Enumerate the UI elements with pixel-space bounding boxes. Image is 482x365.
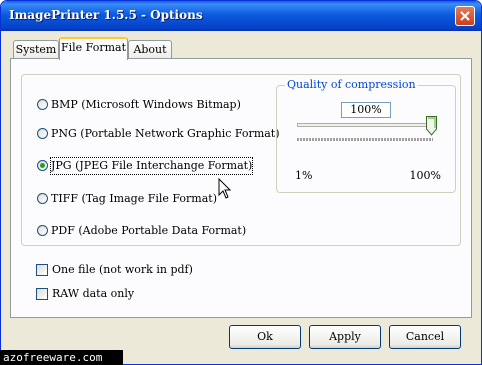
compression-title: Quality of compression: [285, 78, 418, 91]
compression-group: Quality of compression 100% 1% 100%: [276, 78, 456, 193]
tab-about-label: About: [133, 43, 167, 56]
file-format-panel: BMP (Microsoft Windows Bitmap) PNG (Port…: [10, 58, 472, 318]
radio-circle: [37, 99, 48, 110]
checkbox-box: [36, 264, 48, 276]
close-icon: [460, 11, 470, 21]
compression-value: 100%: [341, 102, 391, 118]
radio-circle: [37, 160, 48, 171]
checkbox-one-file-label: One file (not work in pdf): [52, 263, 193, 276]
watermark: azofreeware.com: [0, 350, 123, 365]
slider-ticks: [297, 138, 433, 141]
options-window: ImagePrinter 1.5.5 - Options System File…: [0, 0, 482, 365]
compression-max-label: 100%: [409, 169, 441, 182]
cancel-button[interactable]: Cancel: [389, 325, 461, 349]
slider-thumb-icon[interactable]: [426, 116, 437, 136]
mouse-pointer-icon: [218, 178, 232, 199]
cancel-button-label: Cancel: [405, 330, 445, 343]
compression-min-label: 1%: [295, 169, 313, 182]
tab-system[interactable]: System: [13, 40, 59, 60]
checkbox-box: [36, 288, 48, 300]
format-group: BMP (Microsoft Windows Bitmap) PNG (Port…: [21, 74, 461, 246]
radio-bmp-label: BMP (Microsoft Windows Bitmap): [51, 98, 241, 111]
radio-jpg-label: JPG (JPEG File Interchange Format): [49, 157, 254, 175]
radio-pdf-label: PDF (Adobe Portable Data Format): [51, 224, 247, 237]
radio-circle: [37, 193, 48, 204]
checkbox-raw-data-label: RAW data only: [52, 287, 135, 300]
radio-circle: [37, 128, 48, 139]
tab-system-label: System: [15, 43, 57, 56]
radio-circle: [37, 225, 48, 236]
title-bar[interactable]: ImagePrinter 1.5.5 - Options: [1, 1, 481, 31]
radio-tiff-label: TIFF (Tag Image File Format): [51, 192, 217, 205]
apply-button[interactable]: Apply: [309, 325, 381, 349]
ok-button[interactable]: Ok: [229, 325, 301, 349]
radio-selected-dot: [40, 163, 45, 168]
ok-button-label: Ok: [257, 330, 273, 343]
tab-about[interactable]: About: [128, 40, 172, 60]
window-title: ImagePrinter 1.5.5 - Options: [9, 8, 203, 22]
apply-button-label: Apply: [329, 330, 361, 343]
tab-file-format-label: File Format: [61, 41, 126, 54]
tab-file-format[interactable]: File Format: [59, 37, 128, 60]
radio-png-label: PNG (Portable Network Graphic Format): [51, 127, 280, 140]
compression-slider-track[interactable]: [297, 123, 432, 127]
close-button[interactable]: [455, 6, 475, 26]
